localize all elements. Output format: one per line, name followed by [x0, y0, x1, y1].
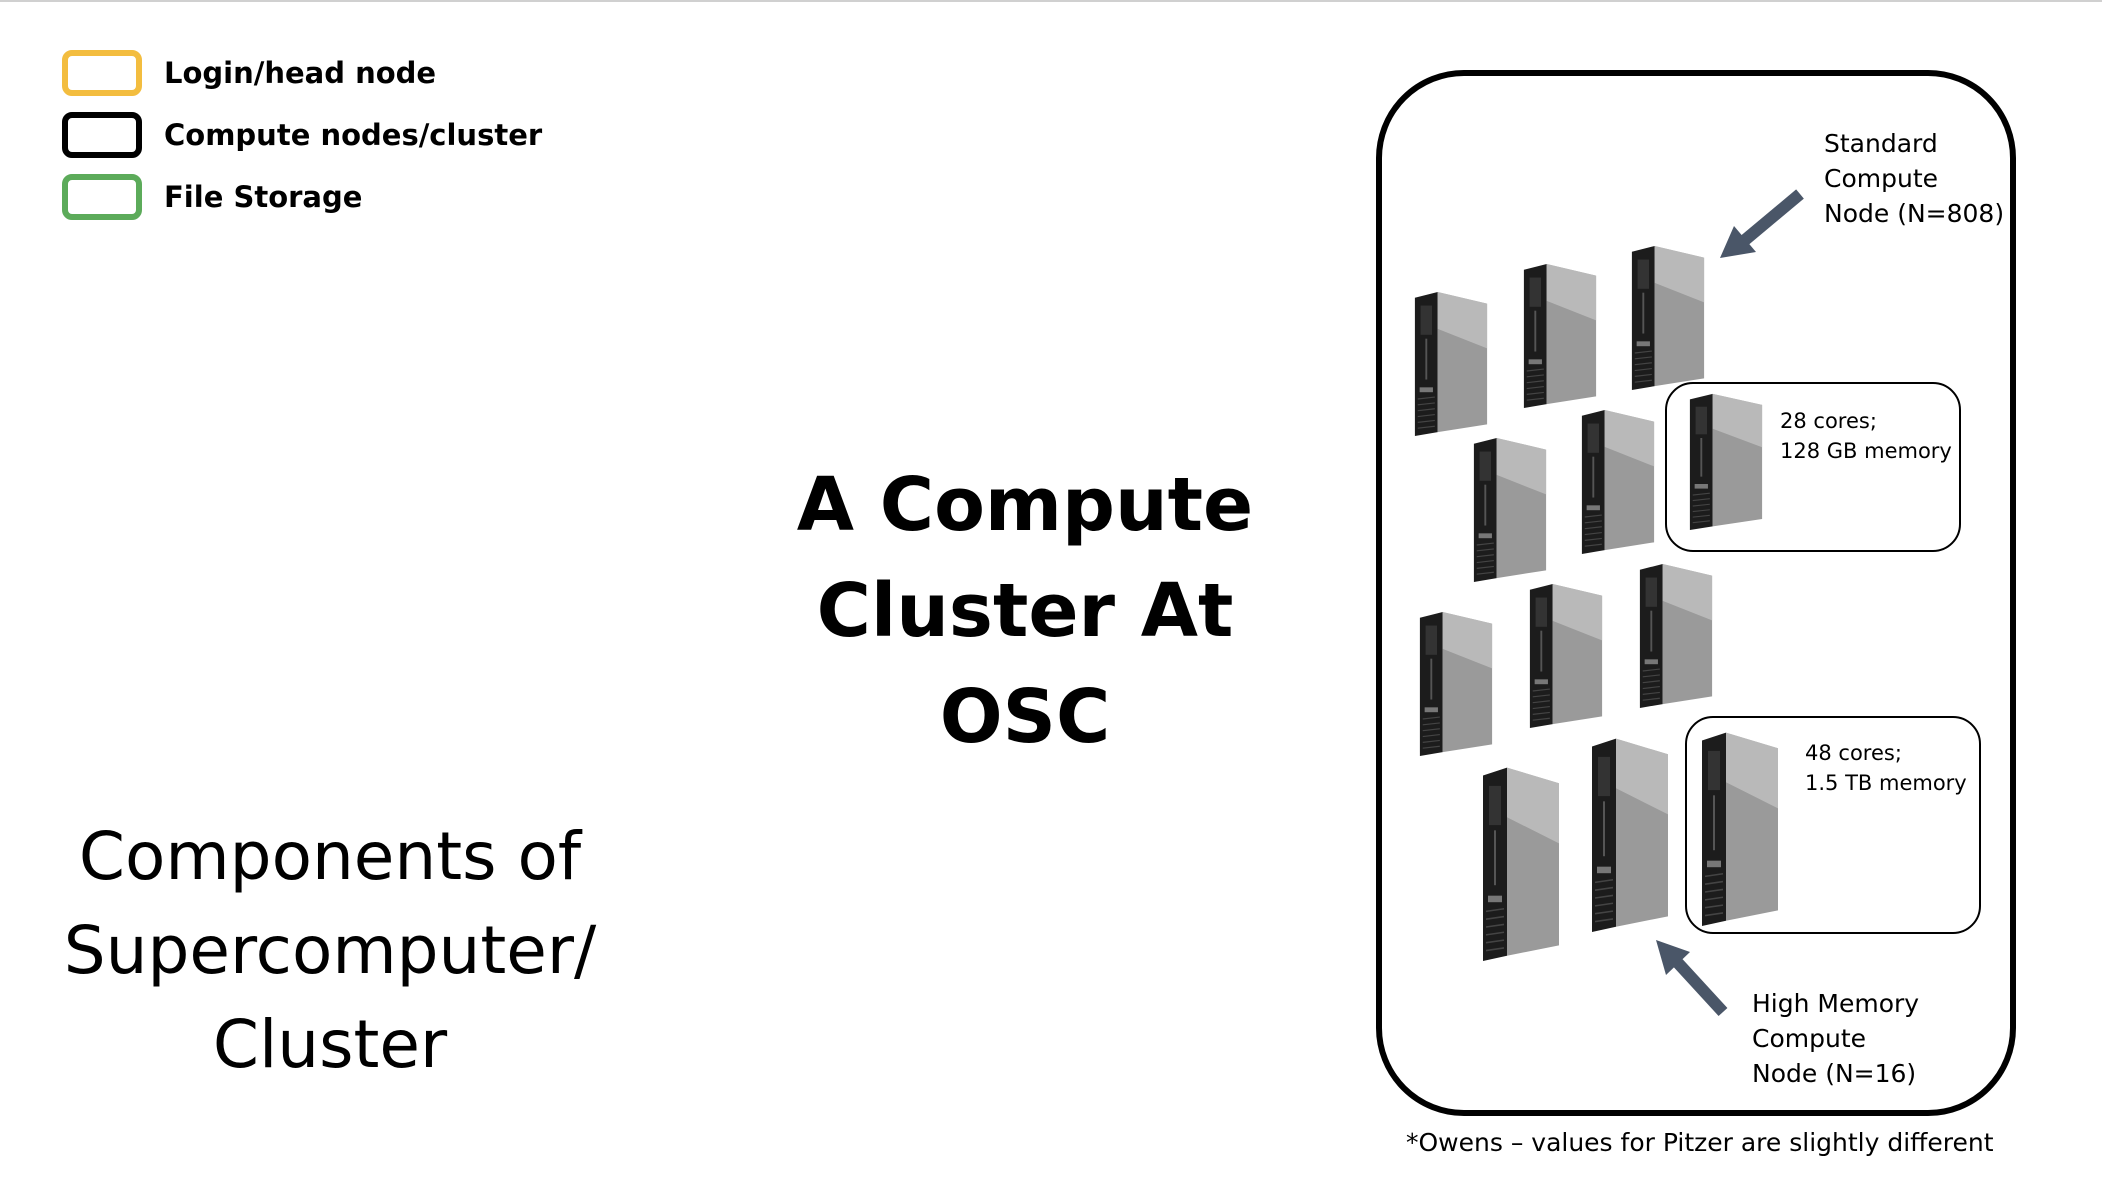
standard-node-specs: 28 cores; 128 GB memory [1780, 406, 1952, 466]
desktop-tower-icon [1473, 437, 1547, 582]
highmem-node-specs: 48 cores; 1.5 TB memory [1805, 738, 1967, 798]
desktop-tower-icon [1523, 263, 1597, 408]
diagram-title-line-1: A Compute [796, 462, 1254, 548]
standard-callout-line-1: Standard [1824, 129, 1938, 158]
desktop-tower-icon [1581, 409, 1655, 554]
highmem-specs-memory: 1.5 TB memory [1805, 771, 1967, 795]
desktop-tower-icon [1414, 291, 1488, 436]
legend-swatch-compute [62, 112, 142, 158]
legend-swatch-login [62, 50, 142, 96]
legend-label-storage: File Storage [164, 180, 363, 214]
standard-node-callout: Standard Compute Node (N=808) [1824, 126, 2004, 231]
standard-specs-cores: 28 cores; [1780, 409, 1877, 433]
slide-section-title: Components of Supercomputer/ Cluster [30, 810, 630, 1092]
desktop-tower-icon [1639, 563, 1713, 708]
legend-item-storage: File Storage [62, 170, 362, 224]
legend-item-compute: Compute nodes/cluster [62, 108, 542, 162]
diagram-title-line-2: Cluster At OSC [816, 568, 1234, 760]
legend-label-compute: Compute nodes/cluster [164, 118, 543, 152]
section-title-line-1: Components of [78, 818, 582, 895]
section-title-line-3: Cluster [212, 1006, 448, 1083]
legend-item-login: Login/head node [62, 46, 436, 100]
highmem-node-callout: High Memory Compute Node (N=16) [1752, 986, 1919, 1091]
highmem-callout-line-3: Node (N=16) [1752, 1059, 1917, 1088]
desktop-tower-icon [1631, 245, 1705, 390]
highmem-specs-cores: 48 cores; [1805, 741, 1902, 765]
footnote: *Owens – values for Pitzer are slightly … [1406, 1128, 1994, 1157]
desktop-tower-icon [1702, 732, 1778, 926]
standard-callout-line-2: Compute [1824, 164, 1939, 193]
standard-specs-memory: 128 GB memory [1780, 439, 1952, 463]
desktop-tower-icon [1689, 393, 1763, 530]
section-title-line-2: Supercomputer/ [63, 912, 597, 989]
highmem-callout-line-1: High Memory [1752, 989, 1920, 1018]
diagram-title: A Compute Cluster At OSC [740, 452, 1310, 770]
standard-callout-line-3: Node (N=808) [1824, 199, 2005, 228]
desktop-tower-icon [1483, 767, 1559, 961]
legend-swatch-storage [62, 174, 142, 220]
desktop-tower-icon [1419, 611, 1493, 756]
top-divider [0, 0, 2102, 2]
legend-label-login: Login/head node [164, 56, 437, 90]
desktop-tower-icon [1592, 738, 1668, 932]
desktop-tower-icon [1529, 583, 1603, 728]
highmem-callout-line-2: Compute [1752, 1024, 1867, 1053]
